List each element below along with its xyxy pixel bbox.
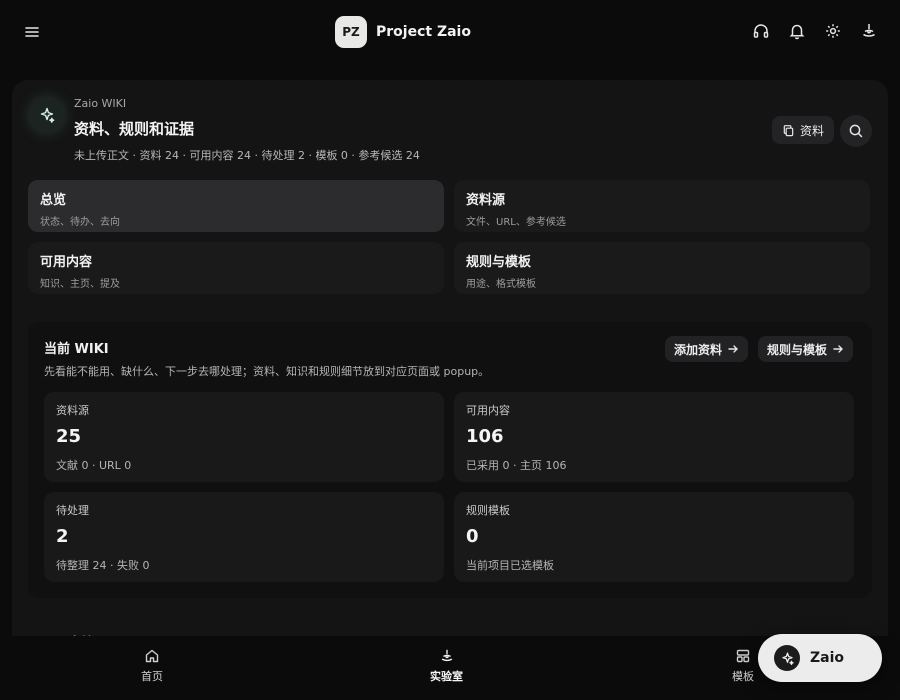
nav-card-title: 可用内容	[40, 255, 93, 270]
stat-label: 资料源	[56, 404, 89, 417]
add-docs-label: 添加资料	[674, 342, 723, 357]
top-actions	[752, 22, 878, 40]
lab-icon[interactable]	[860, 22, 878, 40]
stat-detail: 待整理 24 · 失败 0	[56, 559, 150, 572]
wiki-status-summary: 未上传正文 · 资料 24 · 可用内容 24 · 待处理 2 · 模板 0 ·…	[74, 149, 420, 162]
nav-card-subtitle: 知识、主页、提及	[40, 279, 120, 290]
stat-card-usable-content[interactable]: 可用内容 106 已采用 0 · 主页 106	[454, 392, 854, 482]
menu-icon[interactable]	[22, 22, 42, 42]
stat-label: 可用内容	[466, 404, 510, 417]
nav-card-subtitle: 文件、URL、参考候选	[466, 217, 566, 228]
stat-value: 0	[466, 526, 479, 547]
search-button[interactable]	[840, 115, 872, 147]
search-icon	[848, 123, 864, 139]
docs-button[interactable]: 资料	[772, 116, 835, 144]
arrow-right-icon	[832, 343, 844, 355]
nav-card-subtitle: 用途、格式模板	[466, 279, 536, 290]
top-bar: PZ Project Zaio	[0, 0, 900, 64]
project-switcher[interactable]: PZ Project Zaio	[335, 16, 471, 48]
stat-card-pending[interactable]: 待处理 2 待整理 24 · 失败 0	[44, 492, 444, 582]
home-icon	[144, 648, 160, 664]
bell-icon[interactable]	[788, 22, 806, 40]
rules-templates-label: 规则与模板	[767, 342, 828, 357]
sparkle-icon	[774, 645, 800, 671]
nav-card-rules-templates[interactable]: 规则与模板 用途、格式模板	[454, 242, 870, 294]
zaio-button-label: Zaio	[810, 650, 845, 666]
tab-home[interactable]: 首页	[141, 648, 163, 684]
current-wiki-section: 当前 WIKI 先看能不能用、缺什么、下一步去哪处理；资料、知识和规则细节放到对…	[28, 322, 872, 598]
stat-detail: 已采用 0 · 主页 106	[466, 459, 567, 472]
lab-icon	[439, 648, 455, 664]
stat-value: 106	[466, 426, 504, 447]
nav-card-title: 总览	[40, 193, 67, 208]
gear-icon[interactable]	[824, 22, 842, 40]
tab-label: 模板	[732, 670, 754, 683]
project-name: Project Zaio	[376, 24, 471, 40]
stat-card-rule-templates[interactable]: 规则模板 0 当前项目已选模板	[454, 492, 854, 582]
add-docs-button[interactable]: 添加资料	[665, 336, 749, 362]
stat-label: 待处理	[56, 504, 89, 517]
copy-icon	[782, 124, 795, 137]
wiki-kicker: Zaio WIKI	[74, 97, 127, 110]
nav-card-usable-content[interactable]: 可用内容 知识、主页、提及	[28, 242, 444, 294]
stat-value: 2	[56, 526, 69, 547]
tab-label: 首页	[141, 670, 163, 683]
rules-templates-button[interactable]: 规则与模板	[758, 336, 854, 362]
nav-card-title: 资料源	[466, 193, 506, 208]
stat-detail: 文献 0 · URL 0	[56, 459, 132, 472]
wiki-panel: Zaio WIKI 资料、规则和证据 未上传正文 · 资料 24 · 可用内容 …	[12, 80, 888, 650]
stat-detail: 当前项目已选模板	[466, 559, 554, 572]
stat-card-sources[interactable]: 资料源 25 文献 0 · URL 0	[44, 392, 444, 482]
sparkle-icon	[30, 98, 64, 132]
stat-value: 25	[56, 426, 82, 447]
template-icon	[735, 648, 751, 664]
page-title: 资料、规则和证据	[74, 120, 195, 138]
nav-card-title: 规则与模板	[466, 255, 532, 270]
tab-templates[interactable]: 模板	[732, 648, 754, 684]
nav-card-subtitle: 状态、待办、去向	[40, 217, 120, 228]
nav-card-sources[interactable]: 资料源 文件、URL、参考候选	[454, 180, 870, 232]
section-description: 先看能不能用、缺什么、下一步去哪处理；资料、知识和规则细节放到对应页面或 pop…	[44, 365, 490, 378]
nav-card-overview[interactable]: 总览 状态、待办、去向	[28, 180, 444, 232]
section-title: 当前 WIKI	[44, 342, 109, 357]
tab-lab[interactable]: 实验室	[430, 648, 463, 684]
tab-label: 实验室	[430, 670, 463, 683]
zaio-assistant-button[interactable]: Zaio	[758, 634, 882, 682]
project-avatar: PZ	[335, 16, 367, 48]
arrow-right-icon	[727, 343, 739, 355]
stat-label: 规则模板	[466, 504, 510, 517]
headphones-icon[interactable]	[752, 22, 770, 40]
docs-button-label: 资料	[800, 123, 825, 138]
